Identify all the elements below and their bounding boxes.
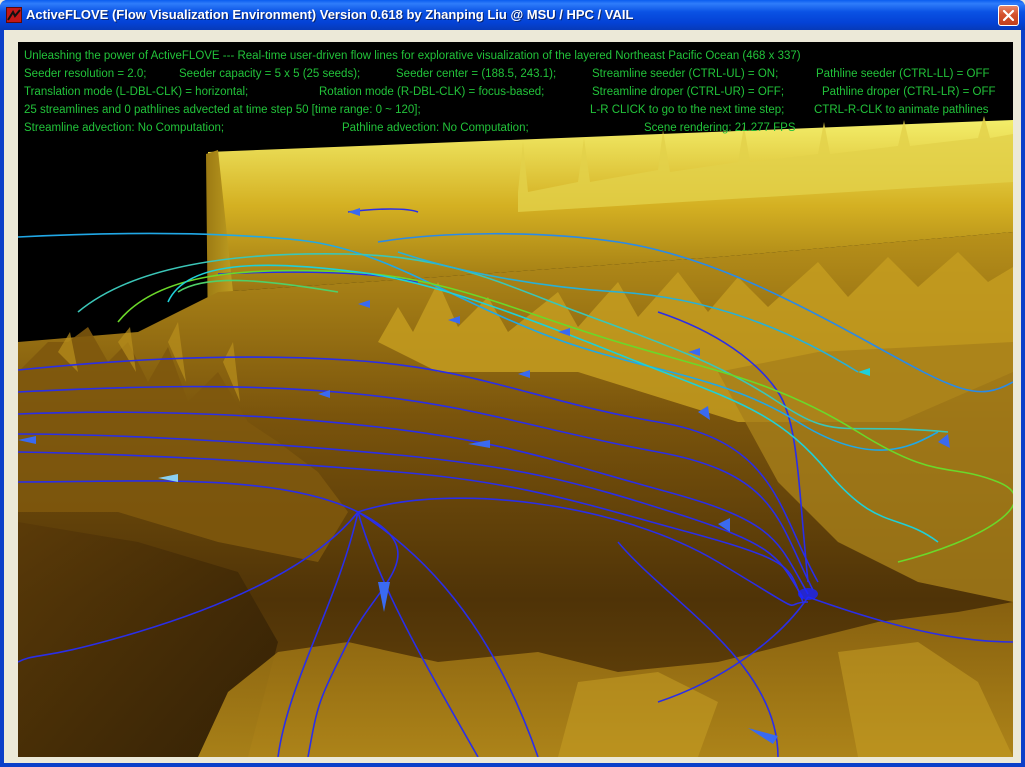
window-title: ActiveFLOVE (Flow Visualization Environm…	[26, 7, 634, 22]
pathline-seeder-status: Pathline seeder (CTRL-LL) = OFF	[816, 68, 990, 80]
animate-hint: CTRL-R-CLK to animate pathlines	[814, 104, 989, 116]
seeder-capacity: Seeder capacity = 5 x 5 (25 seeds);	[179, 68, 361, 80]
pathline-advection-status: Pathline advection: No Computation;	[342, 122, 529, 134]
pathline-droper-status: Pathline droper (CTRL-LR) = OFF	[822, 86, 996, 98]
close-icon	[1002, 9, 1015, 22]
streamline-seeder-status: Streamline seeder (CTRL-UL) = ON;	[592, 68, 779, 80]
hud-headline: Unleashing the power of ActiveFLOVE --- …	[24, 50, 801, 62]
seeder-resolution: Seeder resolution = 2.0;	[24, 68, 147, 80]
hud-line-3: Translation mode (L-DBL-CLK) = horizonta…	[24, 86, 1013, 104]
hud-line-5: Streamline advection: No Computation; Pa…	[24, 122, 1013, 140]
advection-summary: 25 streamlines and 0 pathlines advected …	[24, 104, 421, 116]
ocean-flow-scene[interactable]	[18, 42, 1013, 757]
hud-overlay: Unleashing the power of ActiveFLOVE --- …	[24, 50, 1013, 140]
render-viewport[interactable]: Unleashing the power of ActiveFLOVE --- …	[18, 42, 1013, 757]
translation-mode: Translation mode (L-DBL-CLK) = horizonta…	[24, 86, 249, 98]
hud-line-1: Unleashing the power of ActiveFLOVE --- …	[24, 50, 1013, 68]
hud-line-4: 25 streamlines and 0 pathlines advected …	[24, 104, 1013, 122]
client-area: Unleashing the power of ActiveFLOVE --- …	[4, 30, 1021, 763]
flow-sink	[798, 588, 818, 600]
close-button[interactable]	[998, 5, 1019, 26]
next-step-hint: L-R CLICK to go to the next time step;	[590, 104, 785, 116]
seeder-center: Seeder center = (188.5, 243.1);	[396, 68, 557, 80]
title-bar[interactable]: ActiveFLOVE (Flow Visualization Environm…	[0, 0, 1025, 30]
rotation-mode: Rotation mode (R-DBL-CLK) = focus-based;	[319, 86, 545, 98]
hud-line-2: Seeder resolution = 2.0; Seeder capacity…	[24, 68, 1013, 86]
streamline-droper-status: Streamline droper (CTRL-UR) = OFF;	[592, 86, 785, 98]
streamline-advection-status: Streamline advection: No Computation;	[24, 122, 225, 134]
scene-rendering-fps: Scene rendering: 21.277 FPS	[644, 122, 796, 134]
app-logo-icon[interactable]	[6, 7, 22, 23]
app-window: ActiveFLOVE (Flow Visualization Environm…	[0, 0, 1025, 767]
